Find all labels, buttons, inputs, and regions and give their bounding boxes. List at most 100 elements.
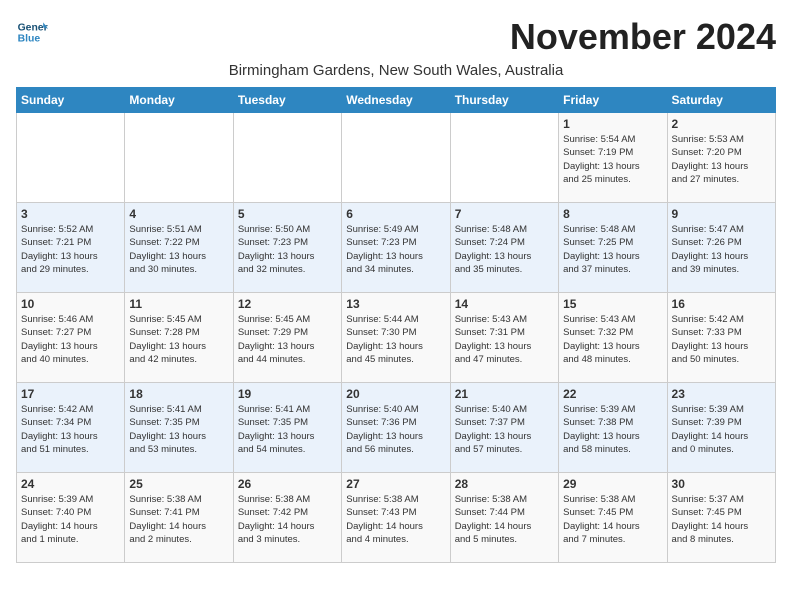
day-number: 17	[21, 387, 120, 401]
day-number: 15	[563, 297, 662, 311]
day-info: Sunrise: 5:38 AM Sunset: 7:43 PM Dayligh…	[346, 493, 445, 546]
calendar-day-cell: 29 Sunrise: 5:38 AM Sunset: 7:45 PM Dayli…	[559, 473, 667, 563]
day-info: Sunrise: 5:43 AM Sunset: 7:31 PM Dayligh…	[455, 313, 554, 366]
logo: General Blue	[16, 16, 48, 48]
calendar-day-cell: 12 Sunrise: 5:45 AM Sunset: 7:29 PM Dayli…	[233, 293, 341, 383]
svg-text:Blue: Blue	[18, 34, 41, 45]
day-number: 27	[346, 477, 445, 491]
day-info: Sunrise: 5:41 AM Sunset: 7:35 PM Dayligh…	[129, 403, 228, 456]
calendar-day-cell: 6 Sunrise: 5:49 AM Sunset: 7:23 PM Daylig…	[342, 203, 450, 293]
day-number: 22	[563, 387, 662, 401]
day-info: Sunrise: 5:45 AM Sunset: 7:28 PM Dayligh…	[129, 313, 228, 366]
day-info: Sunrise: 5:49 AM Sunset: 7:23 PM Dayligh…	[346, 223, 445, 276]
calendar-day-cell: 4 Sunrise: 5:51 AM Sunset: 7:22 PM Daylig…	[125, 203, 233, 293]
day-number: 23	[672, 387, 771, 401]
day-info: Sunrise: 5:50 AM Sunset: 7:23 PM Dayligh…	[238, 223, 337, 276]
day-info: Sunrise: 5:44 AM Sunset: 7:30 PM Dayligh…	[346, 313, 445, 366]
day-number: 30	[672, 477, 771, 491]
day-number: 18	[129, 387, 228, 401]
weekday-header-cell: Sunday	[17, 88, 125, 113]
calendar-day-cell: 22Sunrise: 5:39 AM Sunset: 7:38 PM Dayli…	[559, 383, 667, 473]
page-header: General Blue November 2024	[16, 16, 776, 58]
day-number: 24	[21, 477, 120, 491]
day-info: Sunrise: 5:42 AM Sunset: 7:34 PM Dayligh…	[21, 403, 120, 456]
day-number: 10	[21, 297, 120, 311]
calendar-day-cell: 26 Sunrise: 5:38 AM Sunset: 7:42 PM Dayli…	[233, 473, 341, 563]
day-number: 4	[129, 207, 228, 221]
calendar-day-cell: 3Sunrise: 5:52 AM Sunset: 7:21 PM Daylig…	[17, 203, 125, 293]
calendar-day-cell: 9 Sunrise: 5:47 AM Sunset: 7:26 PM Daylig…	[667, 203, 775, 293]
calendar-day-cell: 10 Sunrise: 5:46 AM Sunset: 7:27 PM Dayli…	[17, 293, 125, 383]
calendar-week-row: 10 Sunrise: 5:46 AM Sunset: 7:27 PM Dayli…	[17, 293, 776, 383]
weekday-header-row: SundayMondayTuesdayWednesdayThursdayFrid…	[17, 88, 776, 113]
day-number: 21	[455, 387, 554, 401]
day-info: Sunrise: 5:43 AM Sunset: 7:32 PM Dayligh…	[563, 313, 662, 366]
calendar-day-cell: 16 Sunrise: 5:42 AM Sunset: 7:33 PM Dayli…	[667, 293, 775, 383]
calendar-day-cell	[233, 113, 341, 203]
day-number: 19	[238, 387, 337, 401]
calendar-day-cell: 1 Sunrise: 5:54 AM Sunset: 7:19 PM Daylig…	[559, 113, 667, 203]
day-info: Sunrise: 5:47 AM Sunset: 7:26 PM Dayligh…	[672, 223, 771, 276]
day-info: Sunrise: 5:39 AM Sunset: 7:39 PM Dayligh…	[672, 403, 771, 456]
day-info: Sunrise: 5:39 AM Sunset: 7:40 PM Dayligh…	[21, 493, 120, 546]
calendar-week-row: 3Sunrise: 5:52 AM Sunset: 7:21 PM Daylig…	[17, 203, 776, 293]
weekday-header-cell: Tuesday	[233, 88, 341, 113]
calendar-day-cell: 18 Sunrise: 5:41 AM Sunset: 7:35 PM Dayli…	[125, 383, 233, 473]
calendar-day-cell: 21 Sunrise: 5:40 AM Sunset: 7:37 PM Dayli…	[450, 383, 558, 473]
day-info: Sunrise: 5:38 AM Sunset: 7:45 PM Dayligh…	[563, 493, 662, 546]
day-info: Sunrise: 5:53 AM Sunset: 7:20 PM Dayligh…	[672, 133, 771, 186]
day-info: Sunrise: 5:37 AM Sunset: 7:45 PM Dayligh…	[672, 493, 771, 546]
day-number: 29	[563, 477, 662, 491]
day-info: Sunrise: 5:40 AM Sunset: 7:37 PM Dayligh…	[455, 403, 554, 456]
day-number: 1	[563, 117, 662, 131]
day-info: Sunrise: 5:51 AM Sunset: 7:22 PM Dayligh…	[129, 223, 228, 276]
calendar-day-cell	[17, 113, 125, 203]
day-info: Sunrise: 5:46 AM Sunset: 7:27 PM Dayligh…	[21, 313, 120, 366]
calendar-day-cell: 11 Sunrise: 5:45 AM Sunset: 7:28 PM Dayli…	[125, 293, 233, 383]
calendar-day-cell: 25 Sunrise: 5:38 AM Sunset: 7:41 PM Dayli…	[125, 473, 233, 563]
calendar-day-cell: 13Sunrise: 5:44 AM Sunset: 7:30 PM Dayli…	[342, 293, 450, 383]
calendar-day-cell: 5Sunrise: 5:50 AM Sunset: 7:23 PM Daylig…	[233, 203, 341, 293]
day-number: 9	[672, 207, 771, 221]
day-info: Sunrise: 5:38 AM Sunset: 7:42 PM Dayligh…	[238, 493, 337, 546]
day-number: 12	[238, 297, 337, 311]
day-number: 25	[129, 477, 228, 491]
day-info: Sunrise: 5:45 AM Sunset: 7:29 PM Dayligh…	[238, 313, 337, 366]
day-number: 14	[455, 297, 554, 311]
day-info: Sunrise: 5:40 AM Sunset: 7:36 PM Dayligh…	[346, 403, 445, 456]
day-info: Sunrise: 5:42 AM Sunset: 7:33 PM Dayligh…	[672, 313, 771, 366]
calendar-day-cell: 24 Sunrise: 5:39 AM Sunset: 7:40 PM Dayli…	[17, 473, 125, 563]
calendar-day-cell: 23 Sunrise: 5:39 AM Sunset: 7:39 PM Dayli…	[667, 383, 775, 473]
calendar-day-cell: 19Sunrise: 5:41 AM Sunset: 7:35 PM Dayli…	[233, 383, 341, 473]
calendar-table: SundayMondayTuesdayWednesdayThursdayFrid…	[16, 87, 776, 563]
calendar-day-cell: 20 Sunrise: 5:40 AM Sunset: 7:36 PM Dayli…	[342, 383, 450, 473]
day-number: 26	[238, 477, 337, 491]
weekday-header-cell: Thursday	[450, 88, 558, 113]
location-subtitle: Birmingham Gardens, New South Wales, Aus…	[16, 62, 776, 79]
day-number: 28	[455, 477, 554, 491]
day-number: 6	[346, 207, 445, 221]
calendar-day-cell	[450, 113, 558, 203]
day-number: 16	[672, 297, 771, 311]
calendar-day-cell: 17 Sunrise: 5:42 AM Sunset: 7:34 PM Dayli…	[17, 383, 125, 473]
calendar-day-cell: 15 Sunrise: 5:43 AM Sunset: 7:32 PM Dayli…	[559, 293, 667, 383]
weekday-header-cell: Saturday	[667, 88, 775, 113]
day-info: Sunrise: 5:52 AM Sunset: 7:21 PM Dayligh…	[21, 223, 120, 276]
day-info: Sunrise: 5:54 AM Sunset: 7:19 PM Dayligh…	[563, 133, 662, 186]
calendar-body: 1 Sunrise: 5:54 AM Sunset: 7:19 PM Daylig…	[17, 113, 776, 563]
day-number: 20	[346, 387, 445, 401]
day-number: 7	[455, 207, 554, 221]
weekday-header-cell: Friday	[559, 88, 667, 113]
day-number: 2	[672, 117, 771, 131]
weekday-header-cell: Wednesday	[342, 88, 450, 113]
calendar-day-cell: 2 Sunrise: 5:53 AM Sunset: 7:20 PM Daylig…	[667, 113, 775, 203]
calendar-day-cell: 14 Sunrise: 5:43 AM Sunset: 7:31 PM Dayli…	[450, 293, 558, 383]
calendar-day-cell: 8Sunrise: 5:48 AM Sunset: 7:25 PM Daylig…	[559, 203, 667, 293]
calendar-day-cell: 7Sunrise: 5:48 AM Sunset: 7:24 PM Daylig…	[450, 203, 558, 293]
weekday-header-cell: Monday	[125, 88, 233, 113]
calendar-week-row: 1 Sunrise: 5:54 AM Sunset: 7:19 PM Daylig…	[17, 113, 776, 203]
day-info: Sunrise: 5:38 AM Sunset: 7:41 PM Dayligh…	[129, 493, 228, 546]
day-number: 11	[129, 297, 228, 311]
day-number: 8	[563, 207, 662, 221]
calendar-week-row: 17 Sunrise: 5:42 AM Sunset: 7:34 PM Dayli…	[17, 383, 776, 473]
